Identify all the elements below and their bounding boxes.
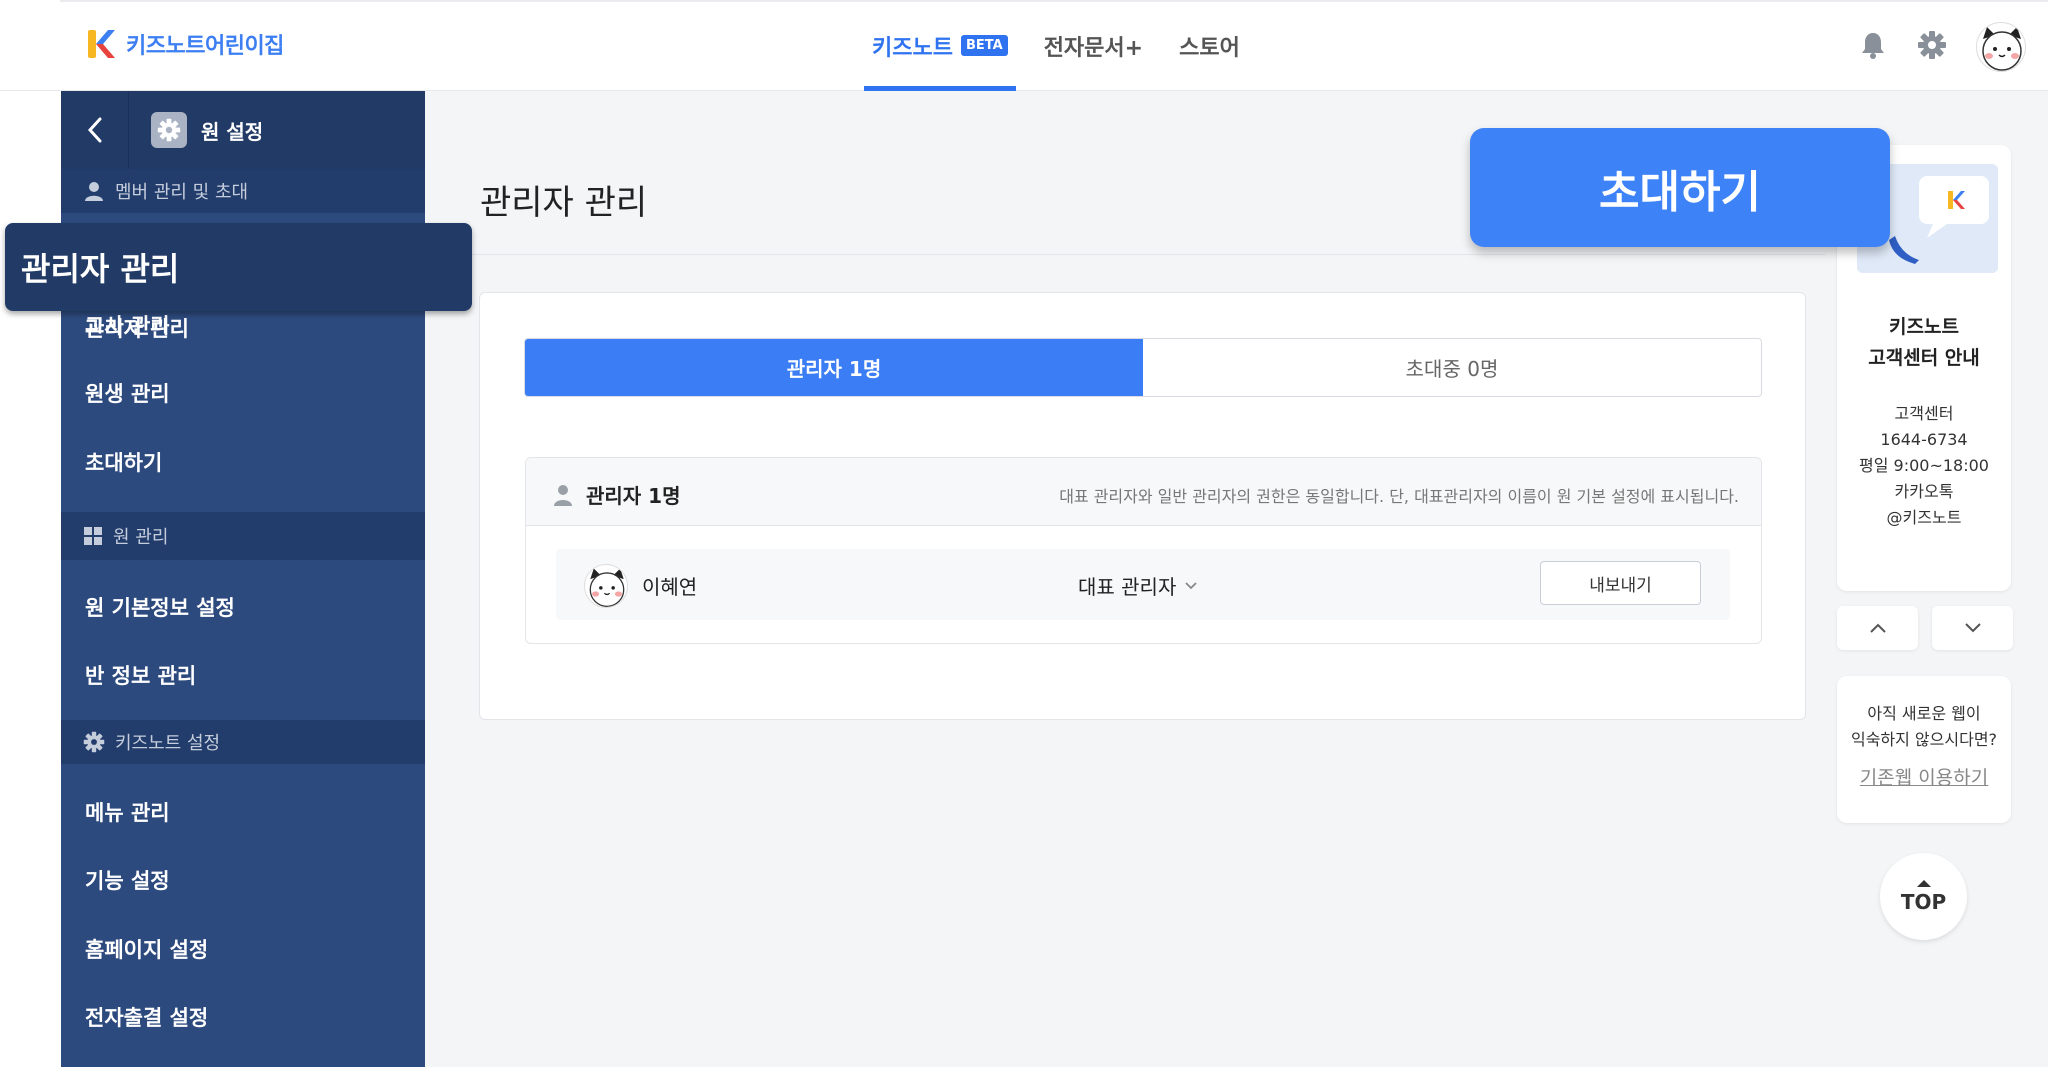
legacy-web-text: 아직 새로운 웹이 익숙하지 않으시다면?	[1837, 701, 2011, 753]
cs-info-line: 카카오톡	[1894, 482, 1954, 501]
highlight-tooltip-admin: 관리자 관리	[5, 223, 472, 311]
person-icon	[554, 484, 572, 506]
cs-title-line-2: 고객센터 안내	[1868, 347, 1980, 369]
cs-kakao-id: @키즈노트	[1886, 508, 1962, 527]
tab-admins[interactable]: 관리자 1명	[525, 339, 1143, 396]
sidebar-item-teachers[interactable]: 교사 관리	[85, 310, 170, 340]
legacy-text-line-1: 아직 새로운 웹이	[1867, 704, 1981, 723]
back-button[interactable]	[61, 91, 129, 169]
nav-edocs[interactable]: 전자문서+	[1036, 0, 1151, 91]
chevron-left-icon	[87, 117, 101, 143]
cs-info-line: 고객센터	[1894, 404, 1954, 423]
export-button[interactable]: 내보내기	[1540, 561, 1701, 605]
legacy-text-line-2: 익숙하지 않으시다면?	[1850, 730, 1998, 749]
admin-list-header: 관리자 1명 대표 관리자와 일반 관리자의 권한은 동일합니다. 단, 대표관…	[526, 458, 1761, 526]
app-window: 키즈노트어린이집 키즈노트 BETA 전자문서+ 스토어 원 설정 멤버 관리 …	[0, 0, 2048, 1067]
logo-text: 키즈노트어린이집	[126, 34, 284, 59]
customer-center-title: 키즈노트 고객센터 안내	[1837, 312, 2011, 374]
sidebar-item-homepage[interactable]: 홈페이지 설정	[85, 934, 208, 964]
nav-kidsnote-label: 키즈노트	[872, 35, 953, 61]
chevron-down-icon	[1964, 623, 1981, 633]
top-label: TOP	[1900, 890, 1947, 914]
settings-gear-icon	[151, 112, 187, 148]
triangle-up-icon	[1916, 880, 1931, 887]
customer-center-info: 고객센터 1644-6734 평일 9:00~18:00 카카오톡 @키즈노트	[1837, 401, 2011, 531]
cs-phone: 1644-6734	[1880, 430, 1968, 449]
admin-count-label: 관리자 1명	[586, 484, 681, 508]
main-nav: 키즈노트 BETA 전자문서+ 스토어	[864, 0, 1268, 91]
nav-edocs-label: 전자문서+	[1043, 35, 1144, 61]
top-header: 키즈노트어린이집 키즈노트 BETA 전자문서+ 스토어	[0, 0, 2048, 91]
title-divider	[425, 254, 1825, 255]
chevron-up-icon	[1869, 623, 1886, 633]
cs-hours: 평일 9:00~18:00	[1859, 456, 1989, 475]
nav-store[interactable]: 스토어	[1171, 0, 1248, 91]
section-school-management: 원 관리	[61, 512, 425, 560]
scroll-up-button[interactable]	[1837, 606, 1918, 650]
gear-icon	[83, 731, 105, 753]
scroll-top-button[interactable]: TOP	[1880, 853, 1967, 940]
section-member-management: 멤버 관리 및 초대	[61, 169, 425, 213]
sidebar-item-menu[interactable]: 메뉴 관리	[85, 797, 170, 827]
admin-permission-note: 대표 관리자와 일반 관리자의 권한은 동일합니다. 단, 대표관리자의 이름이…	[1059, 487, 1739, 506]
avatar	[584, 564, 628, 608]
sidebar-item-invite[interactable]: 초대하기	[85, 447, 162, 477]
section-label: 키즈노트 설정	[115, 733, 221, 754]
profile-avatar[interactable]	[1975, 21, 2027, 73]
avatar	[1976, 22, 2026, 72]
sidebar-item-class-info[interactable]: 반 정보 관리	[85, 660, 196, 690]
bell-icon[interactable]	[1856, 28, 1890, 62]
admin-tabs: 관리자 1명 초대중 0명	[524, 338, 1762, 397]
sidebar-item-features[interactable]: 기능 설정	[85, 865, 170, 895]
logo[interactable]: 키즈노트어린이집	[86, 27, 284, 61]
beta-badge: BETA	[960, 35, 1008, 56]
legacy-web-link[interactable]: 기존웹 이용하기	[1837, 763, 2011, 790]
sidebar-title: 원 설정	[151, 112, 263, 148]
nav-store-label: 스토어	[1179, 35, 1240, 61]
scroll-down-button[interactable]	[1932, 606, 2013, 650]
section-label: 원 관리	[113, 527, 169, 548]
tab-invited[interactable]: 초대중 0명	[1143, 339, 1761, 396]
grid-icon	[84, 527, 102, 545]
person-icon	[85, 182, 103, 201]
admin-list: 관리자 1명 대표 관리자와 일반 관리자의 권한은 동일합니다. 단, 대표관…	[525, 457, 1762, 644]
nav-kidsnote[interactable]: 키즈노트 BETA	[864, 0, 1016, 91]
cs-title-line-1: 키즈노트	[1889, 316, 1959, 338]
gear-icon[interactable]	[1915, 28, 1949, 62]
page-title: 관리자 관리	[480, 183, 648, 223]
section-label: 멤버 관리 및 초대	[115, 182, 249, 203]
chevron-down-icon	[1185, 581, 1197, 589]
table-row: 이혜연 대표 관리자 내보내기	[556, 549, 1730, 620]
admin-list-title: 관리자 1명	[552, 480, 680, 509]
sidebar-item-students[interactable]: 원생 관리	[85, 378, 170, 408]
sidebar-item-attendance[interactable]: 전자출결 설정	[85, 1002, 208, 1032]
role-label: 대표 관리자	[1078, 575, 1177, 599]
sidebar-title-label: 원 설정	[201, 119, 264, 144]
section-kidsnote-settings: 키즈노트 설정	[61, 720, 425, 764]
role-dropdown[interactable]: 대표 관리자	[1078, 571, 1198, 600]
kidsnote-logo-icon	[86, 27, 116, 61]
sidebar-item-basic-info[interactable]: 원 기본정보 설정	[85, 592, 235, 622]
admin-name: 이혜연	[642, 575, 698, 599]
sidebar-header: 원 설정	[61, 91, 425, 169]
invite-button[interactable]: 초대하기	[1470, 128, 1890, 247]
